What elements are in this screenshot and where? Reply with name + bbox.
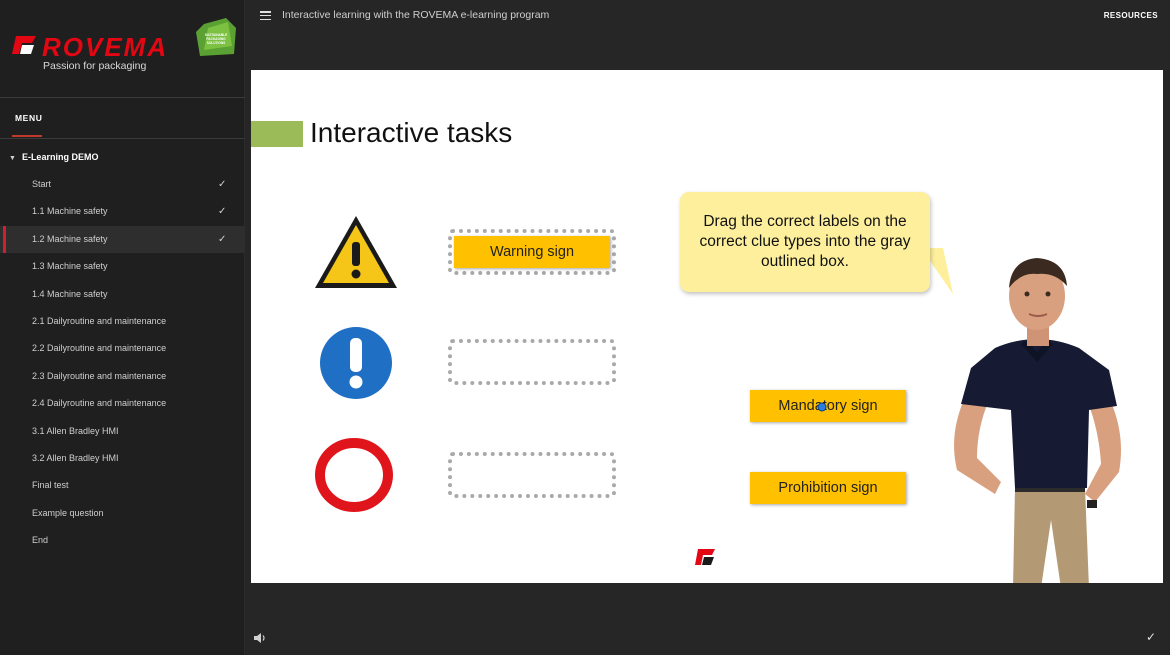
label-prohibition-sign[interactable]: Prohibition sign [750,472,906,504]
rovema-logo-icon [12,36,36,54]
menu-item-label: 2.4 Dailyroutine and maintenance [32,398,167,409]
menu-item-label: 1.4 Machine safety [32,288,108,299]
menu-tab[interactable]: MENU [0,99,245,139]
brand-name: ROVEMA [42,32,169,62]
menu-section-e-learning-demo[interactable]: ▼ E-Learning DEMO [9,152,98,162]
menu-item-label: 1.3 Machine safety [32,261,108,272]
menu-item-label: 3.1 Allen Bradley HMI [32,425,119,436]
menu-tab-indicator [12,135,42,137]
slide-canvas: Interactive tasks Warning sign Drag the … [251,70,1163,583]
menu-item[interactable]: Final test [0,472,245,499]
menu-list: Start ✓ 1.1 Machine safety ✓ 1.2 Machine saf… [0,171,245,554]
sidebar: ROVEMA Passion for packaging SUSTAINABLE… [0,0,245,655]
volume-icon[interactable] [254,632,267,644]
label-warning-sign[interactable]: Warning sign [454,236,610,268]
menu-item[interactable]: 3.2 Allen Bradley HMI [0,445,245,472]
menu-item-label: 2.1 Dailyroutine and maintenance [32,315,167,326]
drop-zone-prohibition[interactable] [448,452,616,498]
caret-down-icon: ▼ [9,155,16,162]
menu-section-label: E-Learning DEMO [21,152,99,162]
label-mandatory-sign[interactable]: Mandatory sign [750,390,906,422]
checkmark-icon: ✓ [218,206,227,218]
menu-item[interactable]: Example question [0,500,245,527]
top-bar: Interactive learning with the ROVEMA e-l… [246,0,1170,32]
checkmark-icon: ✓ [218,233,227,245]
menu-item-label: 1.2 Machine safety [32,233,108,244]
menu-item-label: 2.2 Dailyroutine and maintenance [32,343,167,354]
menu-item-label: Example question [32,507,104,518]
drop-zone-mandatory[interactable] [448,339,616,385]
menu-item-label: Start [32,179,52,189]
sustainable-packaging-badge: SUSTAINABLE PACKAGING SOLUTIONS [196,18,236,56]
mandatory-exclamation-icon [320,327,392,399]
mouse-cursor-icon [817,402,827,412]
menu-item[interactable]: 2.1 Dailyroutine and maintenance [0,308,245,335]
warning-triangle-icon [315,216,397,288]
instruction-bubble: Drag the correct labels on the correct c… [680,192,930,292]
resources-button[interactable]: RESOURCES [1104,11,1158,20]
brand-area: ROVEMA Passion for packaging SUSTAINABLE… [0,0,245,98]
presenter-figure [954,258,1121,583]
menu-item[interactable]: 2.2 Dailyroutine and maintenance [0,335,245,362]
menu-tab-label: MENU [15,113,43,123]
svg-text:SOLUTIONS: SOLUTIONS [207,41,226,45]
menu-item[interactable]: 2.4 Dailyroutine and maintenance [0,390,245,417]
menu-item-label: End [32,535,49,546]
menu-item-label: 2.3 Dailyroutine and maintenance [32,370,167,381]
brand-tagline: Passion for packaging [43,60,147,72]
course-title: Interactive learning with the ROVEMA e-l… [282,9,550,21]
menu-item[interactable]: 1.4 Machine safety [0,281,245,308]
menu-item[interactable]: 1.2 Machine safety ✓ [0,225,245,254]
rovema-mark-icon [695,549,715,565]
menu-item-label: 3.2 Allen Bradley HMI [32,452,119,463]
checkmark-icon: ✓ [218,179,227,190]
complete-check-icon[interactable]: ✓ [1146,630,1156,644]
prohibition-circle-icon [315,438,393,512]
menu-item[interactable]: 3.1 Allen Bradley HMI [0,418,245,445]
hamburger-menu-icon[interactable] [260,11,271,21]
menu-item[interactable]: 1.1 Machine safety ✓ [0,198,245,225]
slide-title: Interactive tasks [310,117,513,148]
title-accent-bar [251,121,303,147]
menu-item-label: Final test [32,480,69,491]
menu-item[interactable]: Start ✓ [0,171,245,198]
menu-item[interactable]: 1.3 Machine safety [0,253,245,280]
menu-item[interactable]: End [0,527,245,554]
menu-item[interactable]: 2.3 Dailyroutine and maintenance [0,363,245,390]
menu-item-label: 1.1 Machine safety [32,206,108,217]
